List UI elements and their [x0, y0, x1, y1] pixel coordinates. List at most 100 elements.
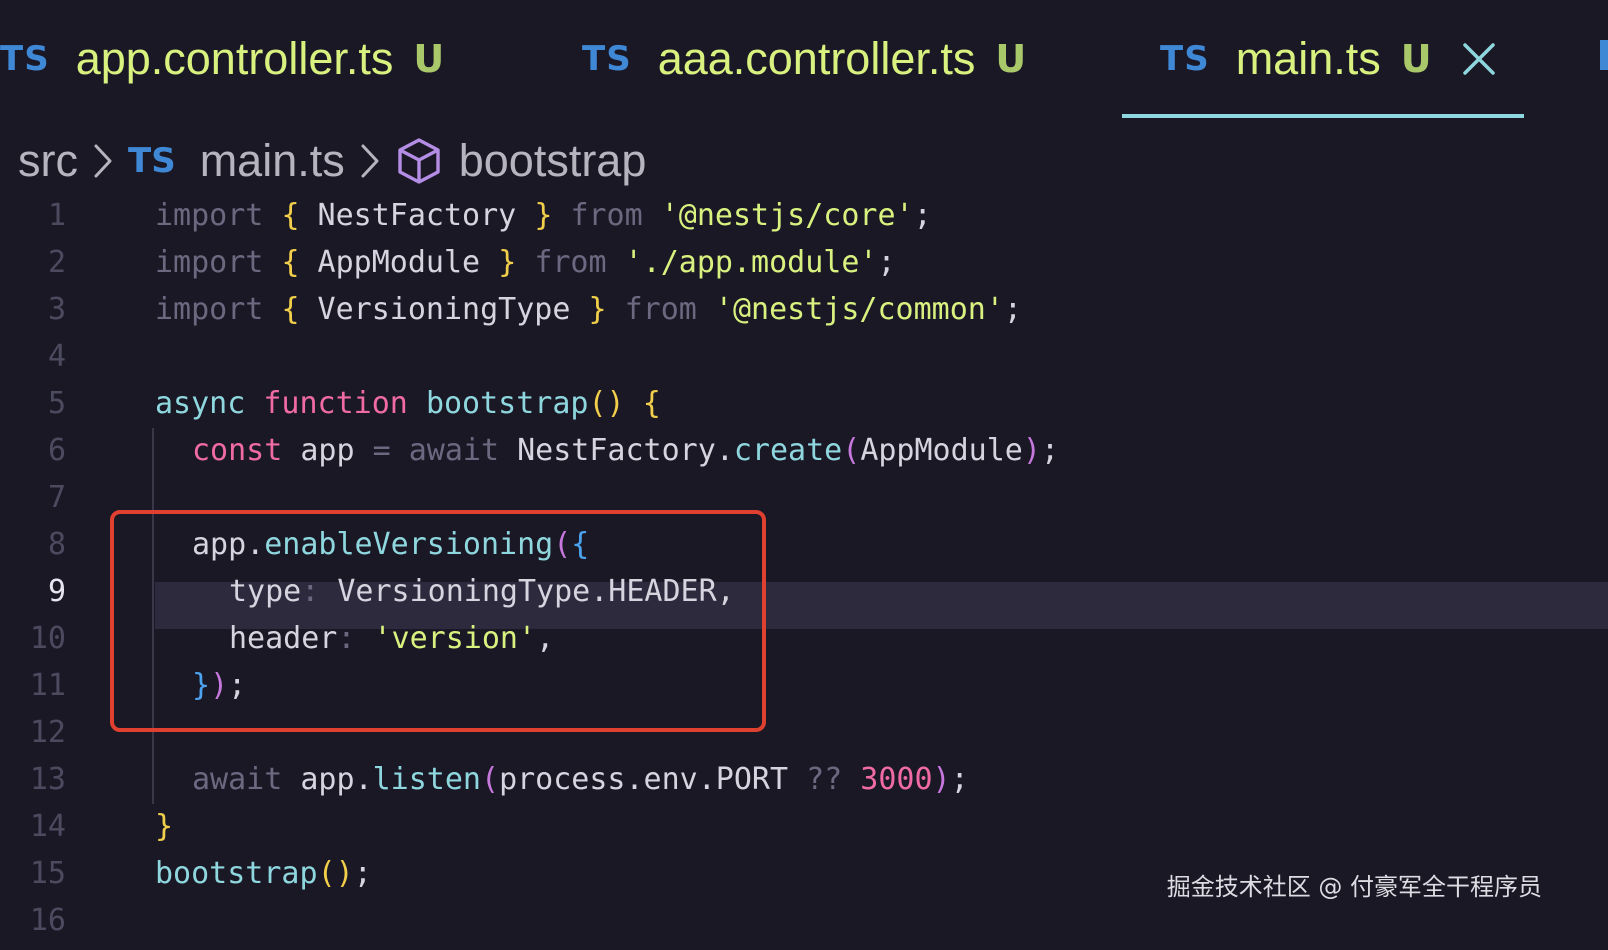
typescript-file-icon: TS	[128, 141, 176, 181]
tab-filename: app.controller.ts	[75, 33, 394, 84]
token-identifier: AppModule	[299, 245, 499, 280]
line-number: 3	[47, 292, 66, 327]
token-keyword: import	[155, 292, 264, 327]
token-keyword: import	[155, 245, 264, 280]
breadcrumb-file[interactable]: main.ts	[200, 135, 345, 187]
token-parens: ()	[588, 386, 625, 421]
token-brace: }	[588, 292, 607, 327]
code-line-15: bootstrap();	[155, 850, 372, 897]
token-brace: {	[281, 245, 300, 280]
token-keyword: from	[534, 245, 607, 280]
code-editor[interactable]: 1 2 3 4 5 6 7 8 9 10 11 12 13 14 15 16 i…	[0, 192, 1608, 950]
code-line-14: }	[155, 803, 173, 850]
tab-filename: aaa.controller.ts	[657, 33, 976, 84]
token-brace: {	[281, 292, 300, 327]
token-parens: (	[481, 762, 500, 797]
token-function: listen	[372, 762, 481, 797]
cube-icon	[395, 137, 443, 185]
code-line-3: import { VersioningType } from '@nestjs/…	[155, 286, 1022, 333]
token-identifier: NestFactory	[299, 198, 535, 233]
token-keyword: import	[155, 198, 264, 233]
token-parens: ()	[317, 856, 354, 891]
token-punct: ;	[353, 856, 372, 891]
line-number: 5	[47, 386, 66, 421]
line-number: 16	[29, 903, 66, 938]
breadcrumb-symbol[interactable]: bootstrap	[459, 135, 647, 187]
line-number: 6	[47, 433, 66, 468]
token-keyword: function	[263, 386, 408, 421]
token-function: bootstrap	[425, 386, 589, 421]
token-identifier: process.env.PORT	[499, 762, 789, 797]
close-icon[interactable]	[1462, 42, 1496, 76]
token-punct: ;	[950, 762, 969, 797]
chevron-right-icon	[359, 143, 381, 179]
line-number: 2	[47, 245, 66, 280]
tab-bar: TS app.controller.ts U TS aaa.controller…	[0, 0, 1608, 118]
token-identifier: NestFactory	[517, 433, 716, 468]
tab-filename: main.ts	[1235, 33, 1381, 84]
code-line-5: async function bootstrap() {	[155, 380, 661, 427]
typescript-file-icon: TS	[0, 39, 50, 79]
token-parens: )	[1022, 433, 1041, 468]
line-number: 8	[47, 527, 66, 562]
token-keyword: await	[408, 433, 500, 468]
token-brace: {	[281, 198, 300, 233]
code-line-13: await app.listen(process.env.PORT ?? 300…	[192, 756, 969, 803]
git-untracked-badge: U	[1400, 37, 1432, 81]
watermark: 掘金技术社区 @ 付豪军全干程序员	[1166, 873, 1542, 901]
token-parens: (	[842, 433, 861, 468]
line-number-active: 9	[47, 574, 66, 609]
line-number: 14	[29, 809, 66, 844]
token-punct: ;	[1003, 292, 1022, 327]
token-brace: }	[155, 809, 174, 844]
token-brace: {	[642, 386, 661, 421]
token-identifier: app	[300, 762, 355, 797]
token-operator: =	[372, 433, 391, 468]
token-punct: .	[715, 433, 734, 468]
tab-overflow-edge	[1600, 40, 1608, 70]
token-keyword: from	[570, 198, 643, 233]
line-number: 15	[29, 856, 66, 891]
code-line-6: const app = await NestFactory.create(App…	[192, 427, 1059, 474]
token-identifier: app	[300, 433, 355, 468]
token-identifier: VersioningType	[299, 292, 589, 327]
token-string: '@nestjs/common'	[714, 292, 1004, 327]
code-line-2: import { AppModule } from './app.module'…	[155, 239, 896, 286]
token-brace: }	[534, 198, 553, 233]
line-number: 4	[47, 339, 66, 374]
git-untracked-badge: U	[413, 37, 445, 81]
token-function: bootstrap	[155, 856, 318, 891]
line-number: 13	[29, 762, 66, 797]
annotation-highlight-box	[110, 510, 766, 732]
chevron-right-icon	[92, 143, 114, 179]
token-keyword: async	[155, 386, 246, 421]
token-identifier: AppModule	[860, 433, 1023, 468]
line-number: 11	[29, 668, 66, 703]
token-punct: ;	[913, 198, 932, 233]
token-operator: ??	[806, 762, 843, 797]
token-parens: )	[932, 762, 951, 797]
token-punct: .	[354, 762, 373, 797]
token-string: '@nestjs/core'	[660, 198, 914, 233]
line-number: 7	[47, 480, 66, 515]
git-untracked-badge: U	[995, 37, 1027, 81]
token-number: 3000	[860, 762, 933, 797]
typescript-file-icon: TS	[582, 39, 632, 79]
token-punct: ;	[1040, 433, 1059, 468]
token-keyword: await	[192, 762, 283, 797]
line-number: 10	[29, 621, 66, 656]
token-punct: ;	[877, 245, 896, 280]
breadcrumb-folder[interactable]: src	[18, 135, 78, 187]
code-line-1: import { NestFactory } from '@nestjs/cor…	[155, 192, 932, 239]
token-string: './app.module'	[624, 245, 878, 280]
breadcrumb: src TS main.ts bootstrap	[18, 130, 646, 192]
line-number: 1	[47, 198, 66, 233]
token-brace: }	[498, 245, 517, 280]
line-number: 12	[29, 715, 66, 750]
token-keyword: const	[192, 433, 283, 468]
token-function: create	[733, 433, 843, 468]
token-keyword: from	[624, 292, 697, 327]
tab-main[interactable]: TS main.ts U	[1122, 0, 1524, 118]
tab-app-controller[interactable]: TS app.controller.ts U	[0, 0, 444, 118]
tab-aaa-controller[interactable]: TS aaa.controller.ts U	[582, 0, 1026, 118]
